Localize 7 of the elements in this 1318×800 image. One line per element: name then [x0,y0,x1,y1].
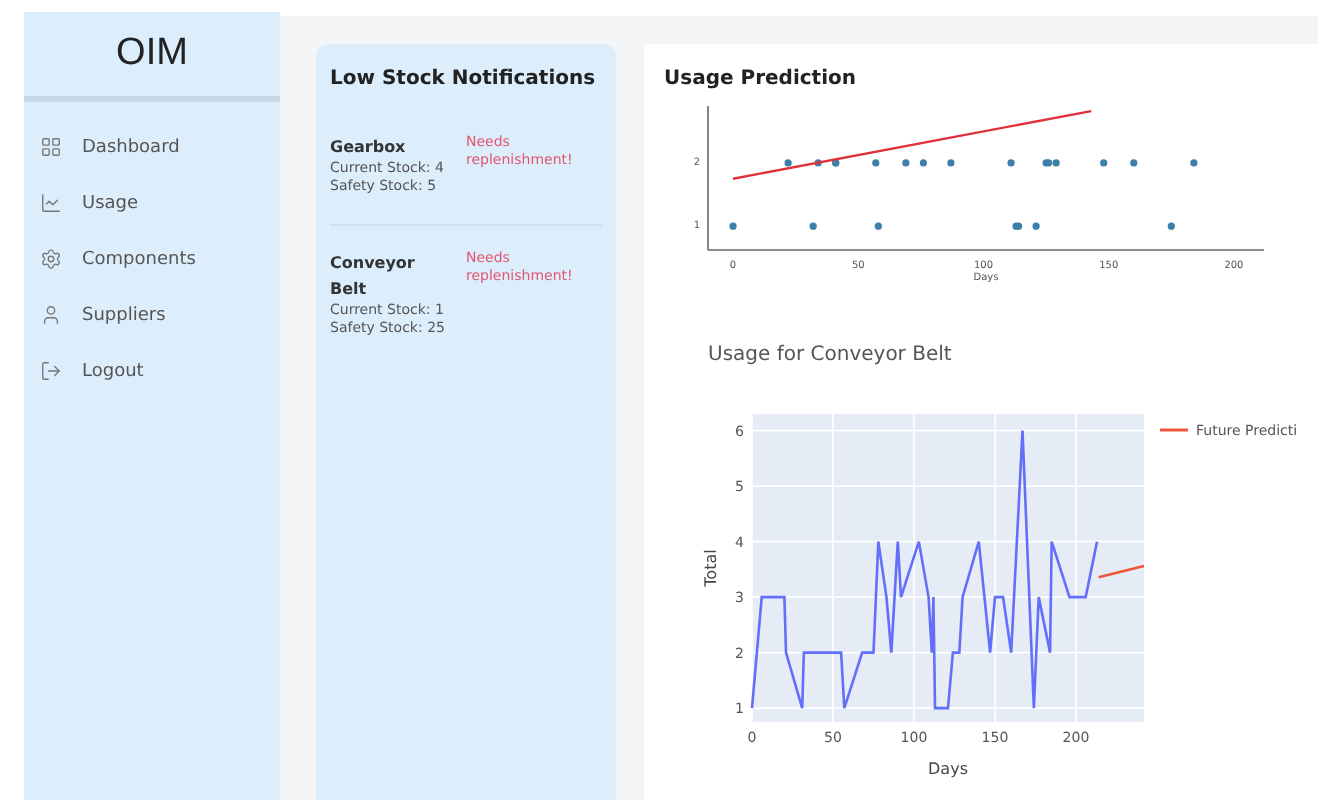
x-axis-label: Days [928,760,968,778]
chart-title: Usage for Conveyor Belt [708,344,954,366]
component-name: Conveyor Belt [330,252,417,302]
card-title: Low Stock Notifications [330,68,598,90]
component-name: Gearbox [330,136,408,160]
y-axis-label: Total [702,549,720,587]
panel-title: Usage Prediction [664,68,858,90]
